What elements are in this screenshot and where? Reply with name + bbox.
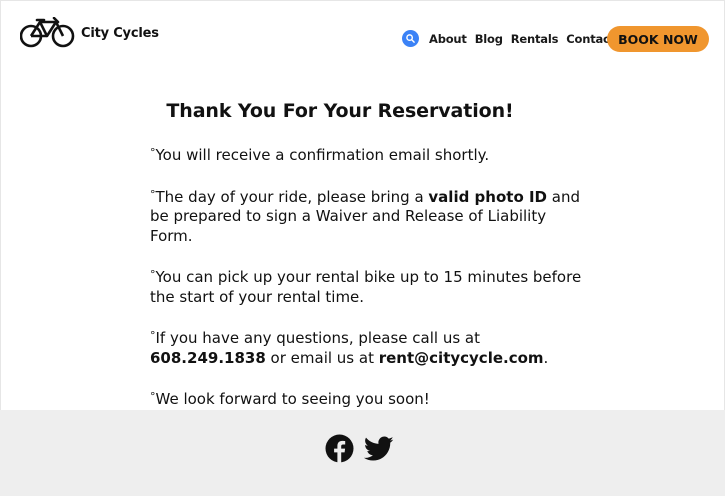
site-header: City Cycles About Blog Rentals Contact B… (0, 0, 725, 78)
social-links (325, 434, 404, 467)
page-title: Thank You For Your Reservation! (166, 99, 514, 122)
site-footer (0, 410, 725, 496)
nav-link-rentals[interactable]: Rentals (511, 32, 559, 46)
note-photo-id: °The day of your ride, please bring a va… (150, 185, 590, 247)
nav-link-blog[interactable]: Blog (475, 32, 503, 46)
reservation-notes: °You will receive a confirmation email s… (150, 143, 590, 429)
search-button[interactable] (402, 30, 419, 47)
search-icon (406, 34, 415, 43)
note-text: If you have any questions, please call u… (155, 329, 481, 347)
note-pickup: °You can pick up your rental bike up to … (150, 265, 590, 307)
brand-name: City Cycles (81, 25, 159, 41)
note-text: You will receive a confirmation email sh… (155, 146, 490, 164)
note-text: The day of your ride, please bring a (155, 187, 429, 206)
note-text: or email us at (265, 348, 379, 367)
book-now-button[interactable]: BOOK NOW (607, 26, 709, 52)
phone-number[interactable]: 608.249.1838 (150, 349, 266, 367)
photo-id-emphasis: valid photo ID (428, 187, 547, 206)
note-closing: °We look forward to seeing you soon! (150, 387, 590, 410)
logo-link[interactable]: City Cycles (20, 17, 159, 49)
main-nav: About Blog Rentals Contact (402, 30, 619, 47)
nav-link-about[interactable]: About (429, 32, 467, 46)
facebook-link[interactable] (325, 434, 354, 467)
note-contact: °If you have any questions, please call … (150, 326, 590, 368)
note-text: You can pick up your rental bike up to 1… (150, 268, 582, 306)
bicycle-icon (20, 17, 75, 48)
note-text: We look forward to seeing you soon! (155, 390, 430, 408)
note-confirmation-email: °You will receive a confirmation email s… (150, 143, 590, 166)
note-text: . (543, 348, 549, 367)
facebook-icon (325, 434, 354, 463)
twitter-link[interactable] (363, 436, 394, 466)
email-link[interactable]: rent@citycycle.com (379, 349, 544, 367)
twitter-icon (363, 436, 394, 460)
